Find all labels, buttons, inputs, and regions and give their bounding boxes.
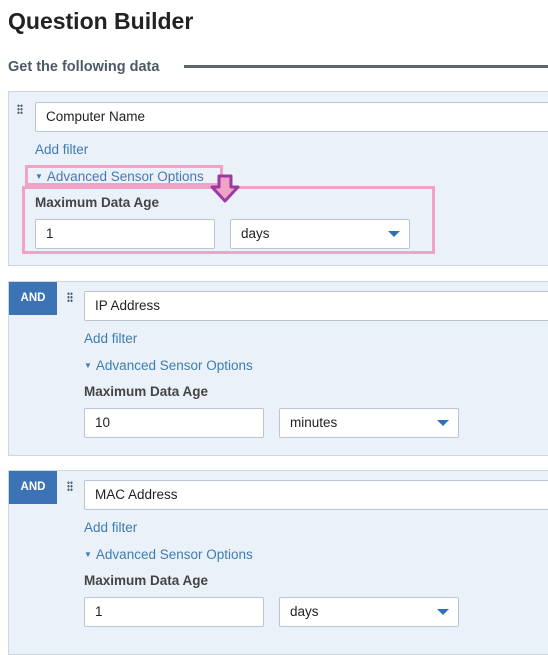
arrow-down-icon [210,174,240,203]
section-divider [184,65,548,68]
caret-down-icon: ▼ [84,361,92,370]
unit-select-value: days [290,604,319,619]
drag-handle-icon[interactable] [67,481,73,492]
sensor-card-2: AND IP Address Add filter ▼ Advanced Sens… [8,281,548,456]
max-data-age-unit-select[interactable]: days [279,597,459,627]
add-filter-link[interactable]: Add filter [84,331,137,346]
section-header: Get the following data [8,59,548,75]
advanced-options-toggle[interactable]: ▼ Advanced Sensor Options [84,358,253,373]
unit-select-value: minutes [290,415,338,430]
and-operator-badge[interactable]: AND [9,282,57,315]
caret-down-icon: ▼ [84,550,92,559]
add-filter-link[interactable]: Add filter [84,520,137,535]
dropdown-arrow-icon [437,420,449,426]
highlight-advanced-options [25,165,223,186]
page-title: Question Builder [8,8,194,34]
add-filter-link[interactable]: Add filter [35,142,88,157]
sensor-name-input[interactable]: IP Address [84,291,548,321]
advanced-options-toggle[interactable]: ▼ Advanced Sensor Options [84,547,253,562]
sensor-name-input[interactable]: Computer Name [35,102,548,132]
advanced-options-label: Advanced Sensor Options [95,547,253,562]
section-title: Get the following data [8,59,160,75]
sensor-card-3: AND MAC Address Add filter ▼ Advanced Sen… [8,470,548,655]
drag-handle-icon[interactable] [17,104,23,115]
advanced-options-label: Advanced Sensor Options [95,358,253,373]
dropdown-arrow-icon [437,609,449,615]
max-data-age-value-input[interactable]: 1 [84,597,264,627]
max-data-age-label: Maximum Data Age [84,384,209,399]
drag-handle-icon[interactable] [67,292,73,303]
max-data-age-value-input[interactable]: 10 [84,408,264,438]
and-operator-badge[interactable]: AND [9,471,57,504]
max-data-age-unit-select[interactable]: minutes [279,408,459,438]
sensor-name-input[interactable]: MAC Address [84,480,548,510]
max-data-age-label: Maximum Data Age [84,573,209,588]
